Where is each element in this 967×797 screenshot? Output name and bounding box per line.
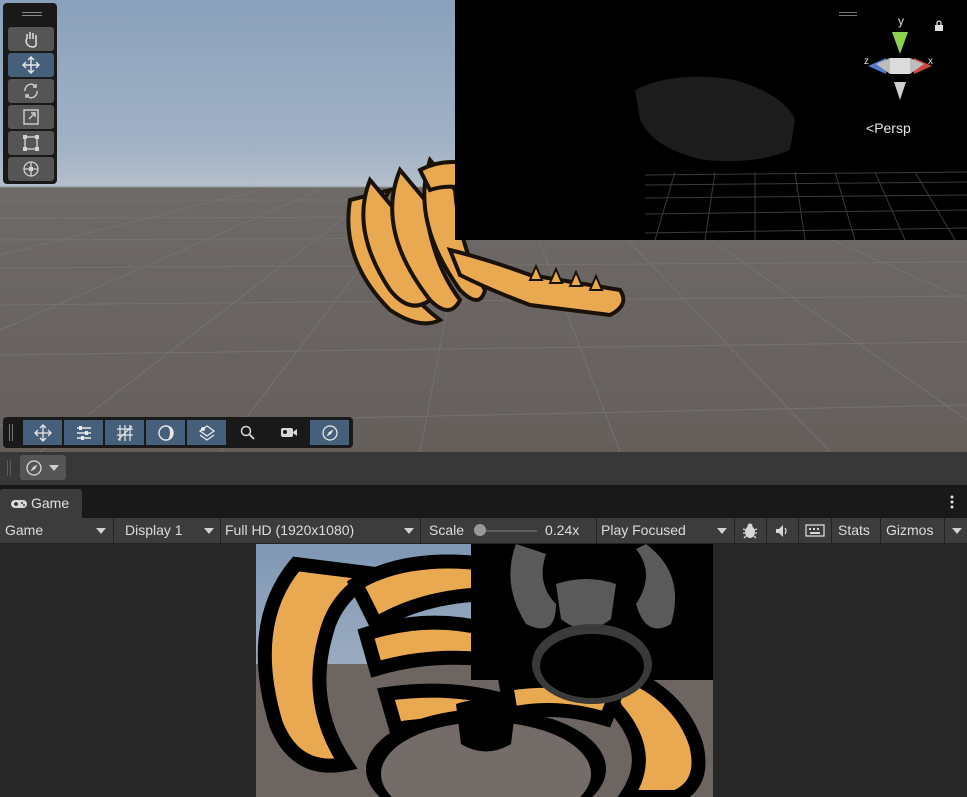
scale-slider-handle[interactable] — [474, 524, 486, 536]
camera-button[interactable] — [269, 420, 308, 445]
game-viewport[interactable] — [256, 544, 713, 797]
axis-y-label: y — [898, 14, 904, 28]
transform-icon — [23, 161, 39, 177]
rotate-tool-button[interactable] — [8, 79, 54, 103]
grid-snap-icon — [116, 424, 133, 441]
move-icon — [22, 56, 40, 74]
scale-slider-track[interactable] — [481, 530, 537, 532]
scale-tool-button[interactable] — [8, 105, 54, 129]
kebab-menu-icon[interactable] — [945, 490, 959, 512]
hand-icon — [25, 32, 37, 48]
game-toolbar: Game Display 1 Full HD (1920x1080) Scale… — [0, 518, 967, 544]
tool-settings-button[interactable] — [64, 420, 103, 445]
compass-icon — [26, 460, 42, 476]
view-type-dropdown[interactable]: Game — [0, 518, 113, 543]
play-mode-label: Play Focused — [601, 522, 686, 538]
debug-toggle[interactable] — [735, 518, 766, 543]
search-button[interactable] — [228, 420, 267, 445]
chevron-down-icon — [204, 528, 214, 534]
audio-icon — [776, 525, 787, 537]
transform-tool-button[interactable] — [8, 157, 54, 181]
shading-button[interactable] — [146, 420, 185, 445]
move-overlay-button[interactable] — [23, 420, 62, 445]
stats-label: Stats — [838, 522, 870, 538]
orientation-button[interactable] — [187, 420, 226, 445]
hand-tool-button[interactable] — [8, 27, 54, 51]
overlay-toolbar-grip[interactable] — [9, 424, 13, 441]
scene-view[interactable]: y z x <Persp — [0, 0, 967, 452]
camera-icon — [280, 427, 297, 437]
view-type-label: Game — [5, 522, 44, 538]
chevron-down-icon — [49, 465, 59, 471]
tab-game[interactable]: Game — [0, 489, 82, 518]
search-icon — [240, 425, 255, 440]
axis-x-label: x — [928, 56, 933, 67]
strip-grip[interactable] — [7, 460, 11, 476]
sliders-icon — [76, 425, 91, 440]
rotate-icon — [24, 83, 38, 99]
move-tool-button[interactable] — [8, 53, 54, 77]
lock-icon[interactable] — [934, 20, 944, 35]
display-label: Display 1 — [125, 522, 183, 538]
chevron-down-icon — [96, 528, 106, 534]
scene-bottom-strip — [0, 452, 967, 485]
gizmos-dropdown[interactable]: Gizmos — [881, 518, 967, 543]
persp-toggle[interactable]: <Persp — [866, 120, 911, 136]
scale-value: 0.24x — [545, 522, 580, 538]
scale-label: Scale — [429, 522, 465, 538]
stats-button[interactable]: Stats — [832, 518, 880, 543]
grid-snap-button[interactable] — [105, 420, 144, 445]
moon-icon — [157, 424, 174, 441]
orientation-gizmo[interactable]: y z x — [858, 12, 944, 104]
resolution-dropdown[interactable]: Full HD (1920x1080) — [221, 518, 420, 543]
game-render — [256, 544, 713, 797]
mute-audio-toggle[interactable] — [767, 518, 798, 543]
persp-arrow-icon: < — [866, 120, 875, 136]
move-icon — [33, 423, 52, 442]
keyboard-shortcuts-toggle[interactable] — [799, 518, 831, 543]
tool-palette — [3, 3, 57, 184]
bug-icon — [742, 523, 758, 539]
chevron-down-icon — [717, 528, 727, 534]
rect-icon — [23, 135, 39, 151]
scene-overlay-toolbar — [3, 417, 353, 448]
scale-control: Scale 0.24x — [421, 518, 596, 543]
rect-tool-button[interactable] — [8, 131, 54, 155]
palette-grip[interactable] — [22, 12, 42, 16]
scale-icon — [23, 109, 39, 125]
persp-label: Persp — [874, 120, 911, 136]
navigation-button[interactable] — [310, 420, 349, 445]
layers-icon — [198, 424, 215, 441]
gamepad-icon — [11, 500, 27, 508]
game-tab-bar — [0, 485, 967, 518]
tab-game-label: Game — [31, 495, 70, 511]
keyboard-icon — [805, 524, 825, 537]
navigation-dropdown[interactable] — [20, 455, 66, 480]
chevron-down-icon — [404, 528, 414, 534]
play-mode-dropdown[interactable]: Play Focused — [597, 518, 734, 543]
display-dropdown[interactable]: Display 1 — [114, 518, 220, 543]
axis-z-label: z — [864, 56, 869, 67]
gizmos-label: Gizmos — [886, 522, 934, 538]
compass-icon — [321, 424, 338, 441]
resolution-label: Full HD (1920x1080) — [225, 522, 355, 538]
chevron-down-icon[interactable] — [952, 528, 962, 534]
